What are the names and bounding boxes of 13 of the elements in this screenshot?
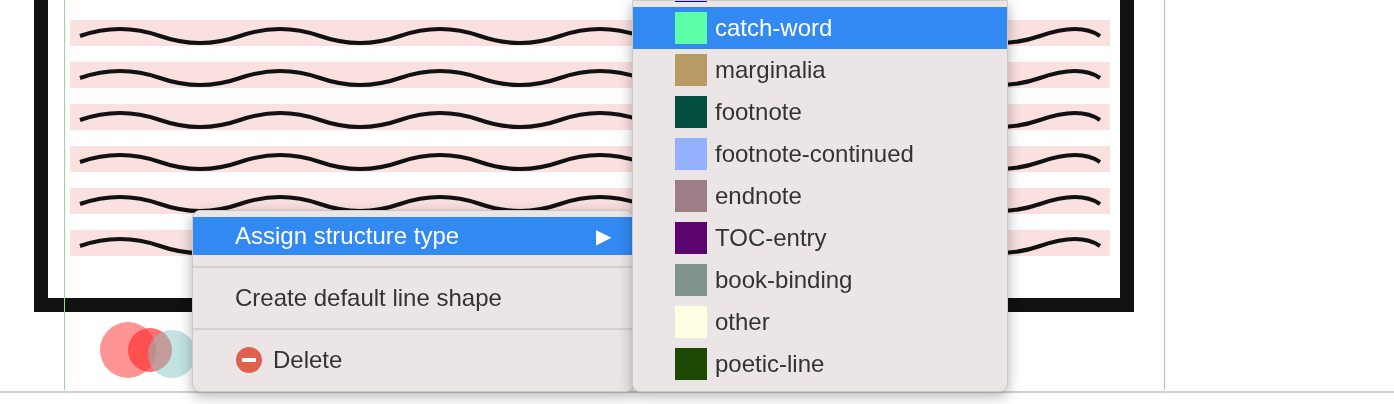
delete-icon bbox=[235, 346, 263, 374]
menu-item[interactable]: other bbox=[633, 301, 1007, 343]
menu-item[interactable]: catch-word bbox=[633, 7, 1007, 49]
menu-item[interactable]: book-binding bbox=[633, 259, 1007, 301]
menu-item[interactable]: Assign structure type ▶ bbox=[193, 217, 633, 255]
menu-item[interactable]: footnote bbox=[633, 91, 1007, 133]
menu-item[interactable]: poetic-line bbox=[633, 343, 1007, 385]
menu-item[interactable]: Create default line shape bbox=[193, 279, 633, 317]
menu-item[interactable]: marginalia bbox=[633, 49, 1007, 91]
menu-item[interactable]: endnote bbox=[633, 175, 1007, 217]
menu-item[interactable]: TOC-entry bbox=[633, 217, 1007, 259]
menu-item[interactable]: footnote-continued bbox=[633, 133, 1007, 175]
menu-item[interactable]: Delete bbox=[193, 341, 633, 379]
